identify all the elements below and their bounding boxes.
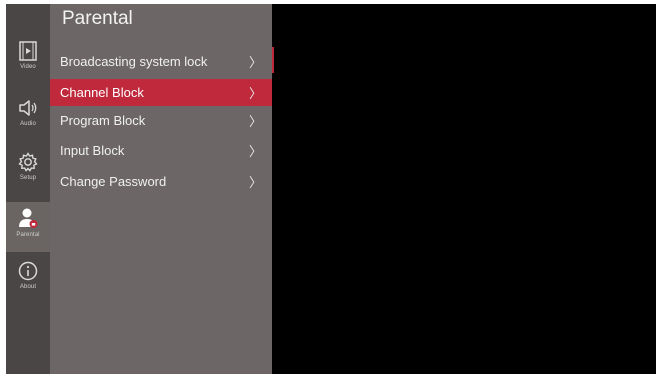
screen-frame: Video Audio Setup Parental About Parenta… <box>0 0 662 378</box>
tv-screen: Video Audio Setup Parental About Parenta… <box>6 4 656 374</box>
menu-item-input-block[interactable]: Input Block 〉 <box>50 137 272 164</box>
page-title: Parental <box>62 8 133 29</box>
info-icon <box>17 260 39 282</box>
settings-category-rail: Video Audio Setup Parental About <box>6 4 50 374</box>
menu-item-channel-block[interactable]: Channel Block 〉 <box>50 79 272 106</box>
rail-label-about: About <box>19 284 37 290</box>
rail-item-parental[interactable]: Parental <box>6 202 50 252</box>
rail-item-about[interactable]: About <box>6 260 50 316</box>
menu-item-label: Change Password <box>60 174 167 189</box>
chevron-right-icon: 〉 <box>248 144 262 159</box>
chevron-right-icon: 〉 <box>248 55 262 70</box>
rail-label-video: Video <box>20 64 36 70</box>
menu-item-label: Program Block <box>60 113 146 128</box>
speaker-icon <box>17 97 39 119</box>
chevron-right-icon: 〉 <box>248 175 262 190</box>
menu-item-broadcasting-system-lock[interactable]: Broadcasting system lock 〉 <box>50 48 272 75</box>
parental-settings-panel: Parental Broadcasting system lock 〉 Chan… <box>50 4 272 374</box>
rail-item-audio[interactable]: Audio <box>6 97 50 153</box>
rail-item-video[interactable]: Video <box>6 40 50 96</box>
rail-label-audio: Audio <box>20 121 36 127</box>
menu-item-label: Input Block <box>60 143 125 158</box>
menu-item-change-password[interactable]: Change Password 〉 <box>50 168 272 195</box>
chevron-right-icon: 〉 <box>248 114 262 129</box>
gear-icon <box>17 151 39 173</box>
menu-item-label: Broadcasting system lock <box>60 54 208 69</box>
content-area <box>274 4 656 374</box>
chevron-right-icon: 〉 <box>248 86 262 101</box>
menu-item-label: Channel Block <box>60 85 144 100</box>
rail-item-setup[interactable]: Setup <box>6 151 50 207</box>
menu-item-program-block[interactable]: Program Block 〉 <box>50 107 272 134</box>
parental-user-icon <box>17 206 39 230</box>
rail-label-parental: Parental <box>16 232 40 238</box>
video-icon <box>18 40 38 62</box>
rail-label-setup: Setup <box>19 175 37 181</box>
